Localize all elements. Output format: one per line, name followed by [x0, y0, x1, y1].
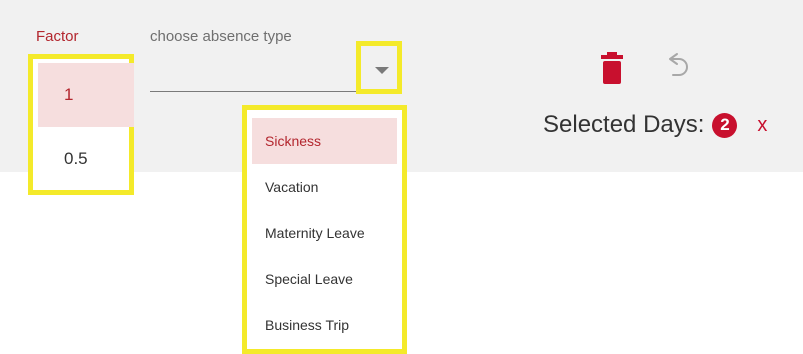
absence-type-dropdown: Sickness Vacation Maternity Leave Specia… — [242, 105, 407, 354]
absence-option-sickness[interactable]: Sickness — [252, 118, 397, 164]
clear-selection-button[interactable]: x — [757, 114, 767, 137]
absence-type-label: choose absence type — [150, 28, 292, 45]
absence-option-business-trip[interactable]: Business Trip — [252, 302, 397, 348]
absence-option-special-leave[interactable]: Special Leave — [252, 256, 397, 302]
absence-dropdown-toggle[interactable] — [356, 41, 402, 94]
absence-option-vacation[interactable]: Vacation — [252, 164, 397, 210]
factor-label: Factor — [36, 28, 79, 45]
chevron-down-icon — [375, 67, 389, 74]
selected-days-label: Selected Days: — [543, 111, 705, 138]
factor-option-1[interactable]: 1 — [38, 63, 134, 127]
selected-days-count-badge: 2 — [712, 112, 738, 138]
factor-dropdown: 1 0.5 — [28, 54, 134, 195]
trash-icon[interactable] — [600, 52, 624, 84]
absence-select-underline — [150, 91, 356, 92]
factor-option-0-5[interactable]: 0.5 — [38, 127, 134, 191]
selected-days: Selected Days: 2 x — [543, 111, 767, 139]
undo-icon[interactable] — [664, 52, 692, 84]
absence-option-maternity-leave[interactable]: Maternity Leave — [252, 210, 397, 256]
